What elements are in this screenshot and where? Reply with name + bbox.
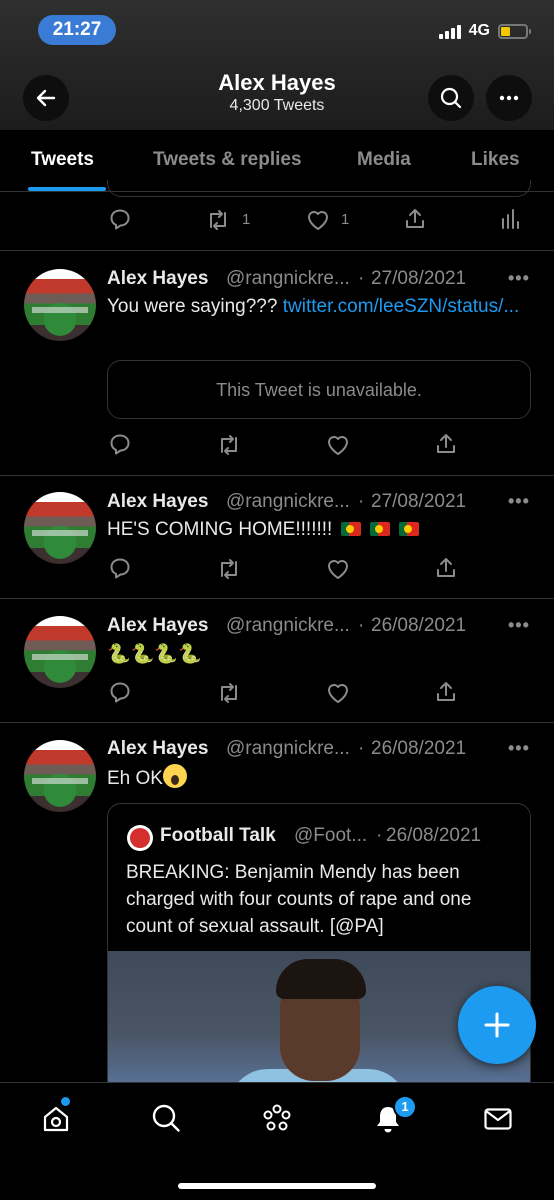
analytics-icon[interactable] [498,207,522,231]
avatar[interactable] [24,616,96,688]
screaming-face-icon [162,764,187,788]
retweet-icon[interactable] [216,557,242,581]
active-tab-indicator [28,187,106,191]
reply-icon[interactable] [108,207,132,231]
tab-tweets[interactable]: Tweets [31,149,94,171]
quoted-tweet[interactable]: Football Talk @Foot... · 26/08/2021 BREA… [107,803,531,1103]
status-time: 21:27 [38,15,116,45]
home-icon[interactable] [40,1103,72,1135]
retweet-icon[interactable] [216,433,242,457]
divider [0,475,554,476]
tweet-body: Eh OK [107,768,163,789]
separator-dot: · [358,738,365,759]
like-icon[interactable] [325,681,351,705]
tab-media[interactable]: Media [357,149,411,171]
tweet-more-icon[interactable]: ••• [508,738,530,759]
separator-dot: · [358,268,365,289]
search-icon[interactable] [150,1102,182,1134]
separator-dot: · [358,615,365,636]
compose-button[interactable] [458,986,536,1064]
image-hair [276,959,366,999]
avatar[interactable] [24,269,96,341]
search-icon [440,87,462,109]
quote-author-handle: @Foot... [294,825,368,846]
tweet-author-name: Alex Hayes [107,738,209,759]
messages-icon[interactable] [482,1103,514,1135]
reply-icon[interactable] [108,432,132,456]
like-count: 1 [341,211,350,228]
battery-icon [498,23,531,39]
tweet-text: You were saying??? twitter.com/leeSZN/st… [107,293,527,320]
retweet-icon[interactable] [216,681,242,705]
portugal-flag-icon [341,522,362,536]
quote-author-name: Football Talk [160,825,276,846]
tweet-date: 27/08/2021 [371,268,467,289]
tab-tweets-replies[interactable]: Tweets & replies [153,149,302,171]
tweet-date: 27/08/2021 [371,491,467,512]
new-content-dot [61,1097,70,1106]
like-icon[interactable] [325,557,351,581]
like-icon[interactable] [305,208,331,232]
retweet-count: 1 [242,211,251,228]
notification-badge: 1 [393,1095,417,1119]
home-indicator [178,1183,376,1189]
tweet-body: HE'S COMING HOME!!!!!!! [107,519,333,540]
tweet-more-icon[interactable]: ••• [508,268,530,289]
tweet-text: 🐍🐍🐍🐍 [107,644,202,665]
tweet-text: Eh OK [107,764,527,792]
tweet-author-handle: @rangnickre... [226,268,350,289]
tweet-link[interactable]: twitter.com/leeSZN/status/... [283,296,520,317]
separator-dot: · [358,491,365,512]
share-icon[interactable] [434,556,458,580]
tweet-author-name: Alex Hayes [107,268,209,289]
quote-text: BREAKING: Benjamin Mendy has been charge… [126,862,472,937]
avatar[interactable] [24,492,96,564]
divider [0,598,554,599]
unavailable-tweet-card: This Tweet is unavailable. [107,360,531,419]
tweet-author-handle: @rangnickre... [226,615,350,636]
tweet-author-handle: @rangnickre... [226,738,350,759]
tab-likes[interactable]: Likes [471,149,520,171]
portugal-flag-icon [370,522,391,536]
quote-date: 26/08/2021 [386,825,482,846]
quote-avatar [127,825,153,851]
retweet-icon[interactable] [205,208,231,232]
more-icon [499,95,519,101]
signal-icon [438,23,461,39]
share-icon[interactable] [434,680,458,704]
tweet-author-name: Alex Hayes [107,491,209,512]
tweet-author-handle: @rangnickre... [226,491,350,512]
spaces-icon[interactable] [260,1102,294,1136]
tweet-more-icon[interactable]: ••• [508,615,530,636]
reply-icon[interactable] [108,556,132,580]
divider [0,250,554,251]
share-icon[interactable] [434,432,458,456]
tweet-text: HE'S COMING HOME!!!!!!! [107,516,527,543]
compose-icon [484,1012,510,1038]
separator-dot: · [376,825,383,846]
tweet-more-icon[interactable]: ••• [508,491,530,512]
portugal-flag-icon [399,522,420,536]
more-options-button[interactable] [486,75,532,121]
partial-tweet-card [107,180,531,197]
status-indicators: 4G [438,22,531,40]
network-type: 4G [468,22,490,39]
bottom-navigation: 1 [0,1082,554,1200]
tweet-author-name: Alex Hayes [107,615,209,636]
avatar[interactable] [24,740,96,812]
reply-icon[interactable] [108,680,132,704]
tweet-body: You were saying??? [107,296,283,317]
divider [0,722,554,723]
tweet-date: 26/08/2021 [371,738,467,759]
share-icon[interactable] [403,207,427,231]
like-icon[interactable] [325,433,351,457]
tweet-date: 26/08/2021 [371,615,467,636]
search-button[interactable] [428,75,474,121]
